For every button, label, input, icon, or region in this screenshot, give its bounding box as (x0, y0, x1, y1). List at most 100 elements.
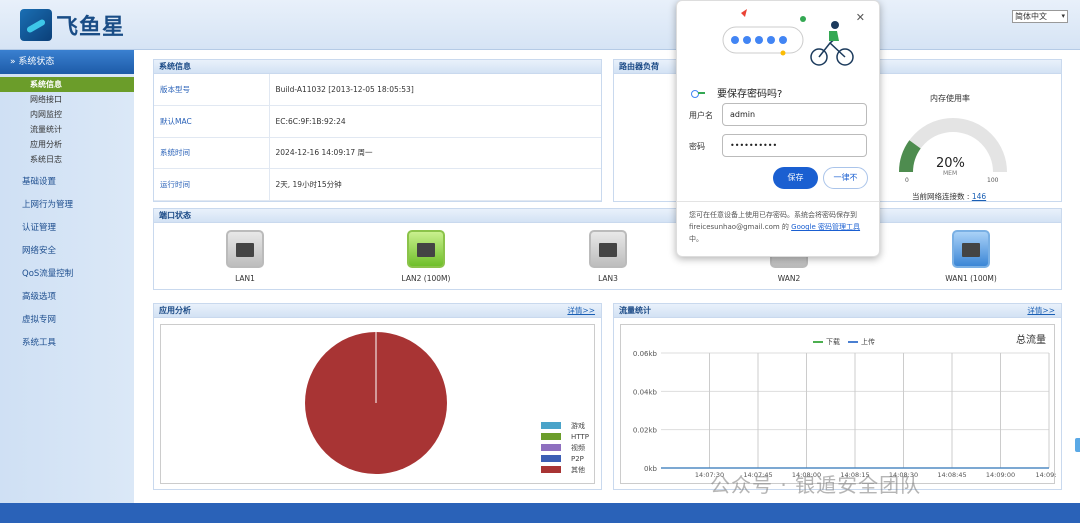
row-key: 运行时间 (154, 168, 270, 201)
connections-value[interactable]: 146 (972, 192, 986, 201)
app-analysis-panel: 应用分析 详情>> 游戏 HTTP 视频 P2P 其他 (153, 303, 602, 490)
ethernet-port-icon (589, 230, 627, 268)
port-label: LAN2 (100M) (401, 274, 451, 283)
save-button[interactable]: 保存 (773, 167, 818, 189)
y-tick-label: 0kb (644, 465, 658, 473)
scale-min: 0 (905, 177, 909, 184)
port-lan1[interactable]: LAN1 (190, 230, 300, 283)
key-icon (691, 89, 705, 98)
legend-label: P2P (571, 454, 584, 463)
language-select[interactable]: 简体中文 ▾ (1012, 10, 1068, 23)
x-tick-label: 14:09:00 (986, 471, 1015, 479)
never-button[interactable]: 一律不 (823, 167, 868, 189)
legend-item: P2P (541, 453, 589, 464)
traffic-more-link[interactable]: 详情>> (1027, 304, 1055, 318)
app-analysis-title-text: 应用分析 (159, 306, 191, 315)
legend-label: HTTP (571, 432, 589, 441)
x-tick-label: 14:08:45 (937, 471, 966, 479)
table-row: 系统时间 2024-12-16 14:09:17 周一 (154, 137, 601, 169)
sidebar-item-basic-settings[interactable]: 基础设置 (0, 171, 134, 194)
header: 飞鱼星 简体中文 ▾ (0, 0, 1080, 50)
row-key: 版本型号 (154, 74, 270, 106)
ethernet-port-icon (952, 230, 990, 268)
sidebar-item-auth-management[interactable]: 认证管理 (0, 217, 134, 240)
save-password-title: 要保存密码吗? (717, 89, 783, 100)
system-info-title: 系统信息 (154, 60, 601, 74)
save-password-note: 您可在任意设备上使用已存密码。系统会将密码保存到 fireicesunhao@g… (689, 209, 871, 245)
sidebar-sub-item-traffic-stats[interactable]: 流量统计 (0, 122, 134, 137)
legend-swatch (541, 444, 561, 451)
traffic-title: 流量统计 详情>> (614, 304, 1061, 318)
x-tick-label: 14:09: (1036, 471, 1056, 479)
main-content: 系统信息 版本型号 Build-A11032 [2013-12-05 18:05… (134, 50, 1080, 503)
sidebar-item-vpn[interactable]: 虚拟专网 (0, 309, 134, 332)
sidebar-item-system-tools[interactable]: 系统工具 (0, 332, 134, 355)
port-label: WAN1 (100M) (945, 274, 997, 283)
traffic-chart-frame: 总流量 下载 上传 0.06kb 0.04kb 0.02kb 0kb 14:07:30 1… (620, 324, 1056, 484)
app-analysis-more-link[interactable]: 详情>> (567, 304, 595, 318)
app-legend: 游戏 HTTP 视频 P2P 其他 (541, 420, 589, 475)
row-value: Build-A11032 [2013-12-05 18:05:53] (269, 74, 601, 106)
port-label: LAN3 (598, 274, 618, 283)
port-lan3[interactable]: LAN3 (553, 230, 663, 283)
legend-swatch (541, 455, 561, 462)
legend-item: 其他 (541, 464, 589, 475)
sidebar-item-advanced[interactable]: 高级选项 (0, 286, 134, 309)
traffic-title-text: 流量统计 (619, 306, 651, 315)
row-value: 2024-12-16 14:09:17 周一 (269, 137, 601, 169)
legend-label: 视频 (571, 443, 585, 452)
sidebar-group-label: 系统状态 (18, 57, 55, 67)
table-row: 版本型号 Build-A11032 [2013-12-05 18:05:53] (154, 74, 601, 106)
traffic-line-chart: 0.06kb0.04kb0.02kb0kb14:07:30 14:07:45 14:… (633, 350, 1056, 479)
legend-swatch (541, 466, 561, 473)
watermark: 公众号 · 银遁安全团队 (710, 473, 922, 497)
port-status-panel: 端口状态 LAN1 LAN2 (100M) LAN3 WAN2 WAN1 (10… (153, 208, 1062, 290)
sidebar-sub-item-system-log[interactable]: 系统日志 (0, 152, 134, 167)
logo[interactable]: 飞鱼星 (20, 8, 135, 42)
scale-max: 100 (987, 177, 999, 184)
sidebar-item-network-security[interactable]: 网络安全 (0, 240, 134, 263)
sidebar-sub-item-network-interface[interactable]: 网络接口 (0, 92, 134, 107)
side-scroll-tab[interactable] (1075, 438, 1080, 452)
system-info-panel: 系统信息 版本型号 Build-A11032 [2013-12-05 18:05… (153, 59, 602, 202)
note-suffix: 中。 (689, 235, 703, 243)
legend-label: 游戏 (571, 421, 585, 430)
password-manager-link[interactable]: Google 密码管理工具 (791, 223, 860, 231)
logo-text: 飞鱼星 (56, 15, 126, 40)
connections-row: 当前网络连接数 : 146 (912, 191, 986, 202)
sidebar: » 系统状态 系统信息 网络接口 内网监控 流量统计 应用分析 系统日志 基础设… (0, 50, 134, 503)
close-icon[interactable]: ✕ (856, 11, 865, 24)
ethernet-port-icon (226, 230, 264, 268)
port-status-title: 端口状态 (154, 209, 1061, 223)
save-password-dialog: ✕ 要保存密码吗? 用户名 admin 密码 •••••••••• 保存 一律不… (676, 0, 880, 257)
table-row: 默认MAC EC:6C:9F:1B:92:24 (154, 105, 601, 138)
language-value: 简体中文 (1015, 12, 1047, 21)
system-info-table: 版本型号 Build-A11032 [2013-12-05 18:05:53] … (154, 74, 601, 201)
sidebar-item-behavior-management[interactable]: 上网行为管理 (0, 194, 134, 217)
password-illustration-icon (722, 9, 854, 66)
traffic-panel: 流量统计 详情>> 总流量 下载 上传 0.06kb 0.04kb 0.02kb 0k… (613, 303, 1062, 490)
port-lan2[interactable]: LAN2 (100M) (371, 230, 481, 283)
collapse-icon: » (10, 57, 16, 67)
sidebar-sub-item-system-info[interactable]: 系统信息 (0, 77, 134, 92)
sidebar-sub-item-app-analysis[interactable]: 应用分析 (0, 137, 134, 152)
legend-label: 其他 (571, 465, 585, 474)
sidebar-sub-item-lan-monitor[interactable]: 内网监控 (0, 107, 134, 122)
row-value: 2天, 19小时15分钟 (269, 168, 601, 201)
port-list: LAN1 LAN2 (100M) LAN3 WAN2 WAN1 (100M) (154, 224, 1061, 290)
sidebar-group-system-status[interactable]: » 系统状态 (0, 50, 134, 74)
username-field[interactable]: admin (722, 103, 867, 126)
y-tick-label: 0.06kb (633, 350, 658, 358)
username-label: 用户名 (689, 111, 713, 120)
memory-gauge-fill (899, 140, 921, 173)
legend-item: 游戏 (541, 420, 589, 431)
port-label: LAN1 (235, 274, 255, 283)
save-password-heading: 要保存密码吗? (691, 85, 782, 100)
sidebar-item-qos[interactable]: QoS流量控制 (0, 263, 134, 286)
password-field[interactable]: •••••••••• (722, 134, 867, 157)
row-key: 系统时间 (154, 137, 270, 169)
ethernet-port-icon (407, 230, 445, 268)
port-wan1[interactable]: WAN1 (100M) (916, 230, 1026, 283)
table-row: 运行时间 2天, 19小时15分钟 (154, 168, 601, 201)
legend-swatch (541, 422, 561, 429)
